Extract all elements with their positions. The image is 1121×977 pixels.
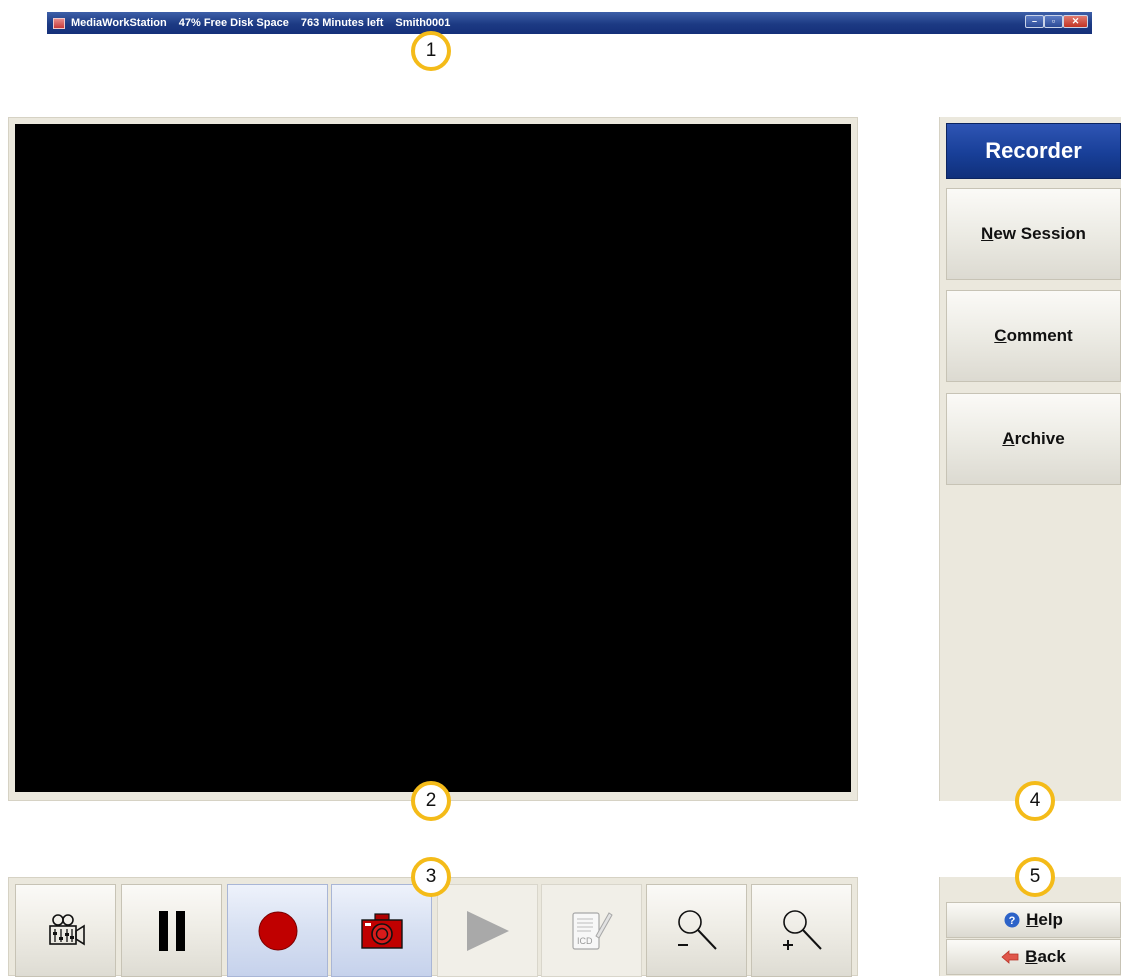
play-button[interactable]	[437, 884, 538, 977]
disk-space-status: 47% Free Disk Space	[178, 17, 289, 29]
play-icon	[466, 910, 509, 951]
record-button[interactable]	[227, 884, 328, 977]
archive-label: Archive	[1002, 429, 1065, 448]
app-icon	[53, 17, 65, 29]
callout-4: 4	[1015, 781, 1055, 821]
new-session-button[interactable]: New Session	[946, 188, 1121, 280]
comment-label: Comment	[994, 326, 1073, 345]
callout-3: 3	[411, 857, 451, 897]
video-panel	[8, 117, 858, 801]
minutes-left-status: 763 Minutes left	[300, 17, 384, 29]
zoom-out-button[interactable]	[646, 884, 747, 977]
svg-text:?: ?	[1009, 915, 1016, 927]
camera-settings-icon	[48, 913, 85, 945]
pause-icon	[158, 910, 185, 951]
camera-settings-button[interactable]	[15, 884, 116, 977]
help-button[interactable]: ? Help	[946, 902, 1121, 938]
callout-2: 2	[411, 781, 451, 821]
title-bar: MediaWorkStation 47% Free Disk Space 763…	[47, 12, 1092, 34]
pause-button[interactable]	[121, 884, 222, 977]
callout-5: 5	[1015, 857, 1055, 897]
svg-text:ICD: ICD	[577, 936, 593, 946]
new-session-label: New Session	[981, 224, 1086, 243]
minimize-button[interactable]: –	[1025, 15, 1044, 28]
zoom-out-icon	[677, 909, 717, 950]
help-icon: ?	[1004, 912, 1020, 928]
icd-edit-icon: ICD	[571, 911, 613, 950]
patient-id: Smith0001	[395, 17, 451, 29]
back-button[interactable]: Back	[946, 939, 1121, 975]
callout-1: 1	[411, 31, 451, 71]
snapshot-camera-icon	[360, 912, 403, 949]
zoom-in-button[interactable]	[751, 884, 852, 977]
help-label: Help	[1026, 910, 1063, 929]
video-preview[interactable]	[15, 124, 851, 792]
record-icon	[258, 911, 297, 950]
close-button[interactable]: ✕	[1063, 15, 1088, 28]
back-label: Back	[1025, 947, 1066, 966]
zoom-in-icon	[782, 909, 822, 950]
window-controls: – ▫ ✕	[1025, 15, 1088, 28]
recorder-header: Recorder	[946, 123, 1121, 179]
comment-button[interactable]: Comment	[946, 290, 1121, 382]
back-arrow-icon	[1001, 950, 1019, 964]
recorder-panel: Recorder New Session Comment Archive	[939, 117, 1121, 801]
maximize-button[interactable]: ▫	[1044, 15, 1063, 28]
icd-edit-button[interactable]: ICD	[541, 884, 642, 977]
archive-button[interactable]: Archive	[946, 393, 1121, 485]
app-name: MediaWorkStation	[71, 17, 167, 29]
snapshot-button[interactable]	[331, 884, 432, 977]
